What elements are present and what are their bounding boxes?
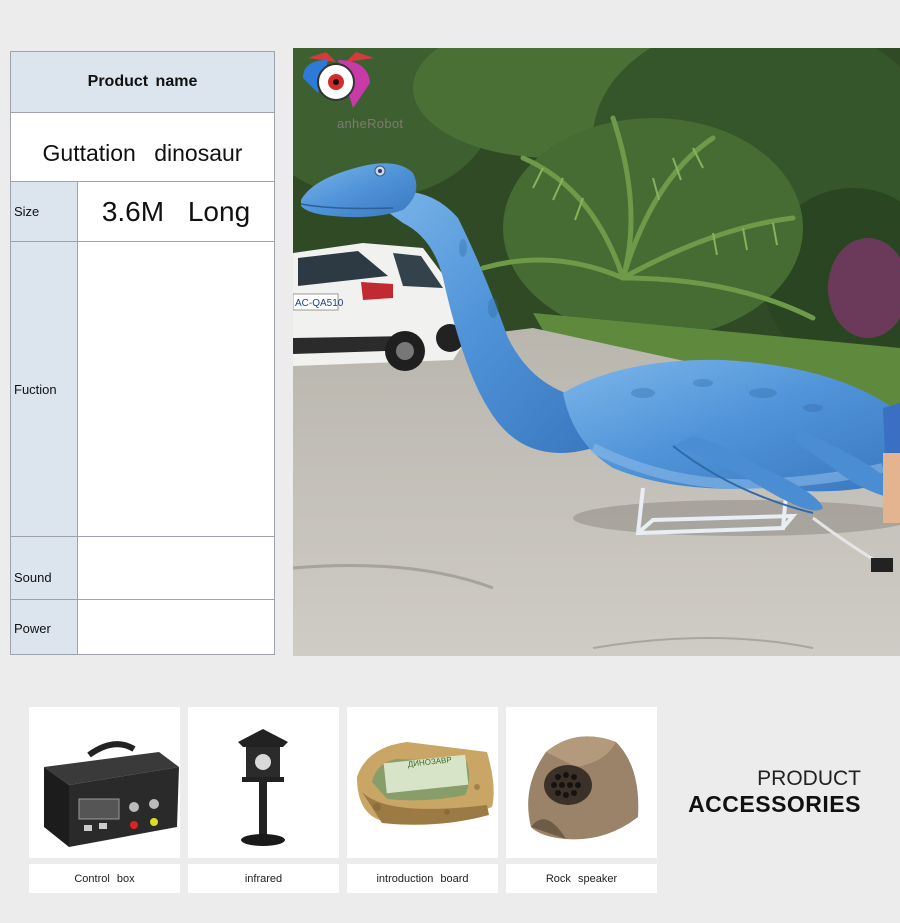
control-box-caption: Control box	[29, 864, 180, 893]
function-label: Fuction	[11, 242, 78, 537]
product-name-header: Product name	[11, 52, 274, 113]
accessory-control-box: Control box	[29, 707, 180, 893]
accessory-infrared: infrared	[188, 707, 339, 893]
sound-label: Sound	[11, 537, 78, 600]
introduction-board-caption: introduction board	[347, 864, 498, 893]
accessory-introduction-board: ДИНОЗАВР introduction board	[347, 707, 498, 893]
car-plate: AC-QA510	[295, 298, 344, 309]
accessories-title: PRODUCT ACCESSORIES	[655, 767, 861, 817]
infrared-caption: infrared	[188, 864, 339, 893]
accessories-title-line2: ACCESSORIES	[688, 791, 861, 817]
brand-logo-text: anheRobot	[337, 116, 404, 131]
power-value	[78, 600, 274, 654]
function-value	[78, 242, 274, 537]
product-photo: AC-QA510 anheRobot	[293, 48, 900, 656]
size-label: Size	[11, 182, 78, 242]
accessory-rock-speaker: Rock speaker	[506, 707, 657, 893]
accessories-title-line1: PRODUCT	[757, 767, 861, 790]
size-value: 3.6M Long	[78, 182, 274, 242]
dinosaur-scene: AC-QA510	[293, 48, 900, 656]
sound-value	[78, 537, 274, 600]
product-name-value: Guttation dinosaur	[11, 113, 274, 182]
introduction-board-image: ДИНОЗАВР	[347, 707, 498, 858]
rock-speaker-image	[506, 707, 657, 858]
rock-speaker-caption: Rock speaker	[506, 864, 657, 893]
control-box-image	[29, 707, 180, 858]
spec-table: Product name Guttation dinosaur Size 3.6…	[10, 51, 275, 655]
infrared-image	[188, 707, 339, 858]
power-label: Power	[11, 600, 78, 654]
